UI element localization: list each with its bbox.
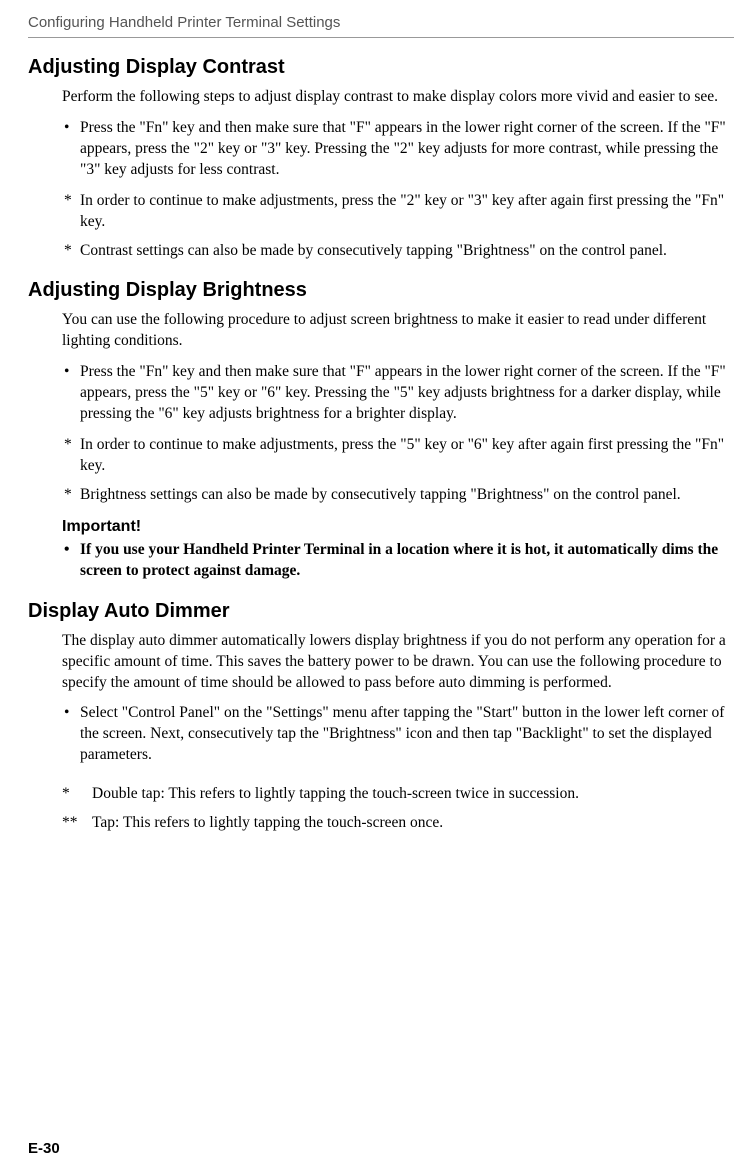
page-number: E-30 <box>28 1140 60 1157</box>
heading-brightness: Adjusting Display Brightness <box>28 279 734 302</box>
heading-dimmer: Display Auto Dimmer <box>28 600 734 623</box>
footnote-marker-1: * <box>62 784 70 805</box>
contrast-intro: Perform the following steps to adjust di… <box>62 87 734 108</box>
header-rule <box>28 37 734 38</box>
brightness-step-1: Press the "Fn" key and then make sure th… <box>62 362 734 425</box>
dimmer-step-1: Select "Control Panel" on the "Settings"… <box>62 703 734 766</box>
contrast-note-1: In order to continue to make adjustments… <box>62 191 734 233</box>
brightness-intro: You can use the following procedure to a… <box>62 310 734 352</box>
important-heading: Important! <box>62 518 734 536</box>
contrast-step-1: Press the "Fn" key and then make sure th… <box>62 118 734 181</box>
heading-contrast: Adjusting Display Contrast <box>28 56 734 79</box>
brightness-note-1: In order to continue to make adjustments… <box>62 435 734 477</box>
footnote-double-tap: * Double tap: This refers to lightly tap… <box>62 784 734 805</box>
footnote-text-2: Tap: This refers to lightly tapping the … <box>92 814 443 831</box>
important-body: If you use your Handheld Printer Termina… <box>62 540 734 582</box>
brightness-note-2: Brightness settings can also be made by … <box>62 485 734 506</box>
running-head: Configuring Handheld Printer Terminal Se… <box>28 14 734 31</box>
contrast-note-2: Contrast settings can also be made by co… <box>62 241 734 262</box>
dimmer-intro: The display auto dimmer automatically lo… <box>62 631 734 694</box>
footnote-tap: ** Tap: This refers to lightly tapping t… <box>62 813 734 834</box>
footnote-marker-2: ** <box>62 813 78 834</box>
footnote-text-1: Double tap: This refers to lightly tappi… <box>92 785 579 802</box>
